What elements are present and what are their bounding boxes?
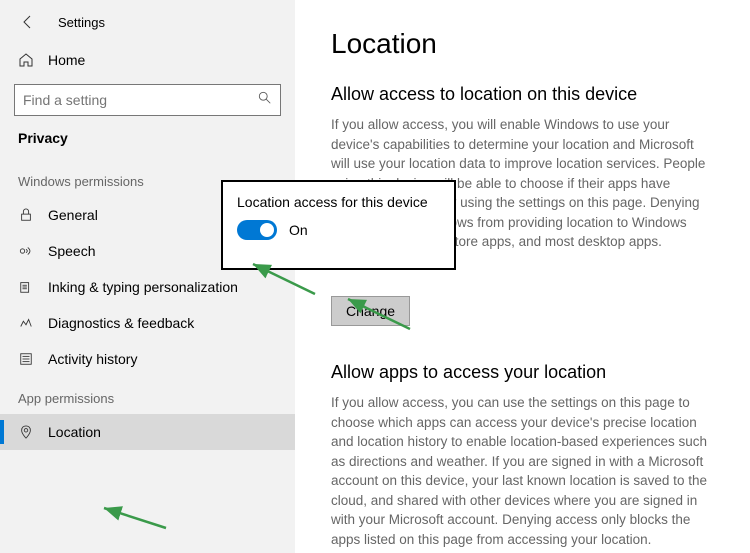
sidebar-item-location[interactable]: Location (0, 414, 295, 450)
device-location-toggle-row: On (237, 220, 440, 240)
nav-label: Activity history (48, 351, 137, 367)
nav-label: Location (48, 424, 101, 440)
nav-label: Inking & typing personalization (48, 279, 238, 295)
section-heading-device-access: Allow access to location on this device (331, 84, 714, 105)
app-title: Settings (58, 15, 105, 30)
topbar: Settings (0, 12, 295, 42)
app-access-description: If you allow access, you can use the set… (331, 393, 714, 550)
popup-title: Location access for this device (237, 194, 440, 210)
search-icon (258, 91, 272, 110)
lock-icon (18, 208, 34, 222)
search-input[interactable] (23, 92, 258, 108)
search-box[interactable] (14, 84, 281, 116)
nav-label: Diagnostics & feedback (48, 315, 194, 331)
home-icon (18, 52, 34, 68)
sidebar-item-diagnostics[interactable]: Diagnostics & feedback (0, 305, 295, 341)
back-button[interactable] (18, 12, 38, 32)
annotation-arrow-sidebar-location (96, 504, 176, 534)
device-location-toggle[interactable] (237, 220, 277, 240)
home-label: Home (48, 52, 85, 68)
device-location-toggle-label: On (289, 222, 308, 238)
annotation-arrow-popup (245, 260, 325, 300)
nav-label: Speech (48, 243, 95, 259)
activity-icon (18, 352, 34, 366)
sidebar-home[interactable]: Home (0, 42, 295, 78)
inking-icon (18, 280, 34, 294)
page-title: Location (331, 28, 714, 60)
annotation-arrow-change (340, 295, 420, 335)
section-app-permissions: App permissions (0, 377, 295, 414)
main-content: Location Allow access to location on thi… (295, 0, 750, 553)
location-icon (18, 425, 34, 439)
sidebar-item-activity[interactable]: Activity history (0, 341, 295, 377)
diagnostics-icon (18, 316, 34, 330)
speech-icon (18, 244, 34, 258)
section-heading-app-access: Allow apps to access your location (331, 362, 714, 383)
breadcrumb: Privacy (0, 128, 295, 160)
location-access-popup: Location access for this device On (221, 180, 456, 270)
nav-label: General (48, 207, 98, 223)
